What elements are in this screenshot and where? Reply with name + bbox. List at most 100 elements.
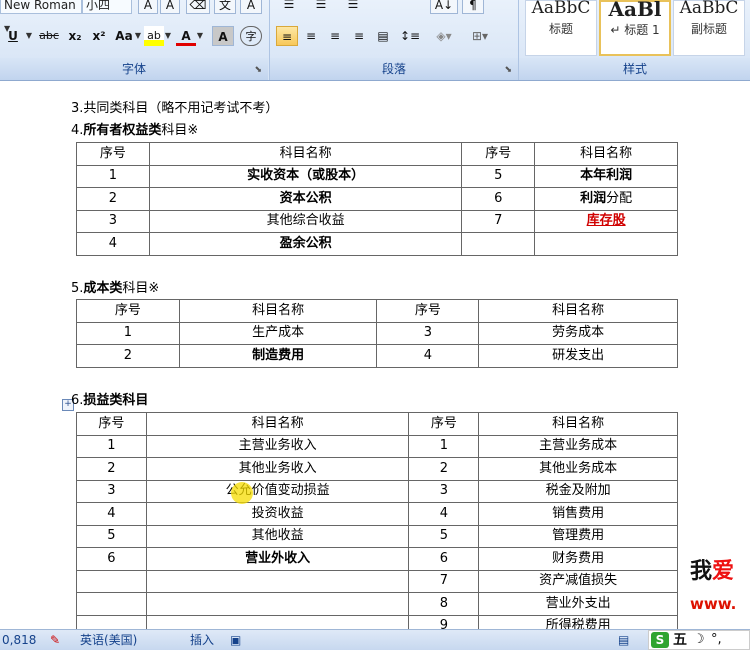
change-case-label: Aa xyxy=(115,29,133,43)
cell-rest-part: 分配 xyxy=(606,190,633,206)
table-cell xyxy=(461,232,536,256)
table-cell xyxy=(145,569,410,593)
heading-bold: 所有者权益类 xyxy=(83,123,162,138)
chevron-down-icon[interactable]: ▼ xyxy=(24,26,34,46)
table-cell: 6 xyxy=(408,547,480,571)
table-cell: 6 xyxy=(76,547,147,571)
table-cell: 4 xyxy=(76,232,150,256)
chevron-down-icon[interactable]: ▼ xyxy=(164,26,172,46)
font-name-box[interactable]: New Roman ▼ xyxy=(0,0,82,33)
styles-group-label: 样式 xyxy=(519,58,750,80)
superscript-label: x² xyxy=(92,29,106,43)
subscript-button[interactable]: x₂ xyxy=(64,26,86,46)
table-cell: 1 xyxy=(76,434,147,458)
table-cell: 3 xyxy=(76,479,147,503)
clear-format-icon[interactable]: ⌫ xyxy=(186,0,210,14)
style-heading-1[interactable]: AaBl ↵ 标题 1 xyxy=(599,0,671,56)
dialog-launcher-icon[interactable]: ⬊ xyxy=(254,65,262,75)
sort-icon[interactable]: A↓ xyxy=(430,0,458,14)
line-spacing-icon[interactable]: ↕≡ xyxy=(398,26,422,46)
heading-number: 6. xyxy=(71,393,84,408)
table-equity[interactable]: 序号 科目名称 序号 科目名称 1 实收资本（或股本） 5 本年利润 2 资本公… xyxy=(76,142,678,256)
align-right-icon[interactable]: ≡ xyxy=(324,26,346,46)
grow-font-button[interactable]: A xyxy=(138,0,158,14)
highlight-button[interactable]: ab xyxy=(144,26,164,46)
table-row: 4 投资收益 4 销售费用 xyxy=(76,502,678,526)
paragraph-group: ☰ ☰ ☰ A↓ ¶ ≡ ≡ ≡ ≡ ▤ ↕≡ ◈▾ ⊞▾ 段落 ⬊ xyxy=(269,0,518,80)
borders-icon[interactable]: ⊞▾ xyxy=(466,26,494,46)
table-cell: 所得税费用 xyxy=(478,614,678,629)
table-cell xyxy=(76,614,147,629)
justify-icon[interactable]: ≡ xyxy=(348,26,370,46)
numbering-icon[interactable]: ☰ xyxy=(310,0,332,14)
superscript-button[interactable]: x² xyxy=(88,26,110,46)
style-title[interactable]: AaBbC 标题 xyxy=(525,0,597,56)
shrink-font-button[interactable]: A xyxy=(160,0,180,14)
heading-rest: 科目※ xyxy=(161,123,199,138)
heading-number: 5. xyxy=(71,281,84,296)
table-cell: 4 xyxy=(376,344,480,368)
change-case-button[interactable]: Aa xyxy=(112,26,136,46)
table-cell: 税金及附加 xyxy=(478,479,678,503)
align-left-icon[interactable]: ≡ xyxy=(276,26,298,46)
proofing-icon[interactable]: ✎ xyxy=(50,630,60,650)
table-cell: 3 xyxy=(408,479,480,503)
table-row: 7 资产减值损失 xyxy=(76,569,678,593)
header-cell: 序号 xyxy=(376,299,480,323)
macro-record-icon[interactable]: ▣ xyxy=(230,630,241,650)
style-name: 标题 xyxy=(548,22,573,36)
table-row: 9 所得税费用 xyxy=(76,614,678,629)
punctuation-icon[interactable]: °, xyxy=(711,631,722,649)
style-sample: AaBl xyxy=(608,0,662,20)
font-color-button[interactable]: A xyxy=(176,26,196,46)
align-center-icon[interactable]: ≡ xyxy=(300,26,322,46)
enclose-char-button[interactable]: 字 xyxy=(240,26,262,46)
insert-mode[interactable]: 插入 xyxy=(190,630,214,650)
strikethrough-button[interactable]: abc xyxy=(36,26,62,46)
print-layout-icon[interactable]: ▤ xyxy=(618,630,629,650)
table-row: 1 实收资本（或股本） 5 本年利润 xyxy=(76,164,678,188)
language-indicator[interactable]: 英语(美国) xyxy=(80,630,137,650)
ime-toolbar[interactable]: S 五 ☽ °, xyxy=(648,630,750,650)
table-cost[interactable]: 序号 科目名称 序号 科目名称 1 生产成本 3 劳务成本 2 制造费用 4 研… xyxy=(76,299,678,368)
document-page[interactable]: 3.共同类科目（略不用记考试不考） 4.所有者权益类科目※ 序号 科目名称 序号… xyxy=(0,81,750,629)
char-shading-button[interactable]: A xyxy=(212,26,234,46)
phonetic-guide-icon[interactable]: 文 xyxy=(214,0,236,14)
table-row: 1 生产成本 3 劳务成本 xyxy=(76,321,678,345)
table-cell: 其他业务成本 xyxy=(478,457,678,481)
table-cell: 本年利润 xyxy=(534,164,678,188)
sogou-ime-icon[interactable]: S xyxy=(651,632,669,648)
font-size-box[interactable]: 小四 xyxy=(82,0,132,14)
style-sample: AaBbC xyxy=(531,0,591,18)
bullets-icon[interactable]: ☰ xyxy=(278,0,300,14)
distributed-icon[interactable]: ▤ xyxy=(372,26,394,46)
ime-wubi-mode[interactable]: 五 xyxy=(673,631,687,649)
font-group-label: 字体 xyxy=(0,58,268,80)
table-profit-loss[interactable]: 序号 科目名称 序号 科目名称 1 主营业务收入 1 主营业务成本 2 其他业务… xyxy=(76,412,678,629)
show-marks-icon[interactable]: ¶ xyxy=(462,0,484,14)
table-cell: 1 xyxy=(408,434,480,458)
header-cell: 科目名称 xyxy=(148,142,463,166)
dialog-launcher-icon[interactable]: ⬊ xyxy=(504,65,512,75)
table-cell: 主营业务成本 xyxy=(478,434,678,458)
chevron-down-icon[interactable]: ▼ xyxy=(196,26,204,46)
table-cell: 其他收益 xyxy=(145,524,410,548)
font-size-value: 小四 xyxy=(86,0,111,12)
shading-icon[interactable]: ◈▾ xyxy=(430,26,458,46)
style-subtitle[interactable]: AaBbC 副标题 xyxy=(673,0,745,56)
half-width-icon[interactable]: ☽ xyxy=(693,631,705,649)
table-cell xyxy=(534,232,678,256)
char-border-icon[interactable]: A xyxy=(240,0,262,14)
heading-equity: 4.所有者权益类科目※ xyxy=(71,123,198,139)
underline-button[interactable]: U xyxy=(2,26,24,46)
char-shading-label: A xyxy=(218,30,228,44)
header-cell: 科目名称 xyxy=(478,299,678,323)
multilevel-list-icon[interactable]: ☰ xyxy=(342,0,364,14)
chevron-down-icon[interactable]: ▼ xyxy=(134,26,142,46)
watermark-url: www. xyxy=(690,595,737,613)
style-name: ↵ 标题 1 xyxy=(610,23,660,37)
word-count[interactable]: 0,818 xyxy=(2,630,36,650)
header-cell: 科目名称 xyxy=(145,412,410,436)
table-cell: 2 xyxy=(76,344,180,368)
table-header-row: 序号 科目名称 序号 科目名称 xyxy=(76,412,678,436)
